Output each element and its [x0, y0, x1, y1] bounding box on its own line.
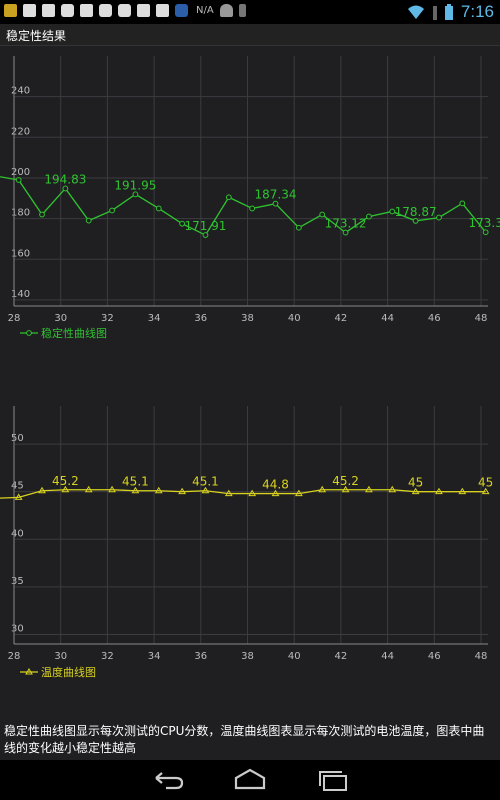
data-label: 45.2 [52, 474, 79, 488]
data-label: 187.34 [255, 188, 297, 202]
app-icon [118, 4, 131, 17]
data-label: 191.95 [114, 178, 156, 192]
x-tick-label: 32 [101, 651, 114, 662]
x-tick-label: 44 [381, 651, 394, 662]
data-point [272, 200, 279, 207]
description-text: 稳定性曲线图显示每次测试的CPU分数，温度曲线图表显示每次测试的电池温度，图表中… [4, 724, 485, 755]
clock: 7:16 [460, 2, 494, 21]
data-label: 178.87 [395, 205, 437, 219]
data-label: 44.8 [262, 478, 289, 492]
x-tick-label: 40 [288, 651, 301, 662]
data-label: 45 [478, 476, 493, 490]
x-tick-label: 38 [241, 651, 254, 662]
data-point [482, 229, 489, 236]
x-tick-label: 32 [101, 313, 114, 324]
data-point [459, 200, 466, 207]
data-point [295, 224, 302, 231]
app-icon [175, 4, 188, 17]
x-tick-label: 46 [428, 313, 441, 324]
image-icon [137, 4, 150, 17]
data-point [132, 191, 139, 198]
legend-label: 稳定性曲线图 [41, 326, 107, 340]
status-bar: N/A 7:16 [0, 0, 500, 24]
download-icon [4, 4, 17, 17]
android-icon [219, 4, 233, 17]
data-label: 194.83 [44, 172, 86, 186]
page-title: 稳定性结果 [0, 24, 500, 46]
legend-label: 温度曲线图 [41, 665, 96, 679]
data-point [109, 207, 115, 214]
x-tick-label: 38 [241, 313, 254, 324]
x-tick-label: 42 [335, 651, 348, 662]
data-point [155, 205, 162, 212]
x-tick-label: 48 [475, 313, 488, 324]
y-tick-label: 40 [11, 528, 24, 539]
temperature-chart: 28 30 32 34 36 38 40 42 44 46 48 30 35 40 45 50 45.2 45.1… [0, 396, 500, 688]
x-tick-label: 28 [8, 313, 21, 324]
data-label: 173.3 [468, 216, 500, 230]
data-point [436, 214, 442, 221]
data-label: 45.2 [332, 474, 359, 488]
image-icon [23, 4, 36, 17]
data-label: 171.91 [184, 219, 226, 233]
y-tick-label: 35 [11, 576, 24, 587]
x-tick-label: 34 [148, 651, 161, 662]
x-tick-label: 40 [288, 313, 301, 324]
x-tick-label: 36 [194, 651, 207, 662]
y-tick-label: 45 [11, 481, 24, 492]
data-point [15, 177, 22, 183]
data-point [412, 217, 419, 224]
x-tick-label: 48 [475, 651, 488, 662]
stability-chart-svg: 28 30 32 34 36 38 40 42 44 46 48140160180200220240… [0, 56, 500, 340]
image-icon [42, 4, 55, 17]
data-label: 45.1 [192, 475, 219, 489]
y-tick-label: 30 [11, 623, 24, 634]
x-tick-label: 36 [194, 313, 207, 324]
temperature-chart-svg: 28 30 32 34 36 38 40 42 44 46 48 30 35 40 45 50 45.2 45.1… [0, 406, 493, 679]
legend-marker [26, 330, 32, 336]
x-tick-label: 44 [381, 313, 394, 324]
battery-small-icon [238, 4, 246, 17]
y-tick-label: 50 [11, 433, 24, 444]
back-icon[interactable] [148, 768, 188, 792]
data-point [85, 217, 92, 224]
data-label: 45.1 [122, 475, 149, 489]
x-tick-label: 30 [54, 313, 67, 324]
app-icon [61, 4, 74, 17]
home-icon[interactable] [230, 768, 270, 792]
data-point [202, 232, 209, 238]
x-tick-label: 42 [335, 313, 348, 324]
recents-icon[interactable] [312, 768, 352, 792]
x-tick-label: 34 [148, 313, 161, 324]
data-point [225, 194, 232, 201]
wifi-icon [407, 5, 424, 19]
data-point [342, 229, 349, 236]
x-tick-label: 46 [428, 651, 441, 662]
notification-icons: N/A [4, 4, 246, 17]
data-point [249, 205, 256, 212]
data-label: 173.12 [325, 217, 367, 231]
battery-icon [444, 4, 453, 20]
na-label: N/A [196, 5, 214, 16]
stability-chart: 28 30 32 34 36 38 40 42 44 46 48 140 160 180 200 220 240… [0, 46, 500, 346]
data-point [62, 185, 69, 192]
image-icon [80, 4, 93, 17]
signal-icon [432, 6, 437, 20]
data-point [366, 213, 372, 220]
navigation-bar [0, 760, 500, 800]
data-label: 45 [408, 476, 423, 490]
data-point [39, 211, 45, 218]
app-icon [99, 4, 112, 17]
x-tick-label: 30 [54, 651, 67, 662]
image-icon [156, 4, 169, 17]
x-tick-label: 28 [8, 651, 21, 662]
